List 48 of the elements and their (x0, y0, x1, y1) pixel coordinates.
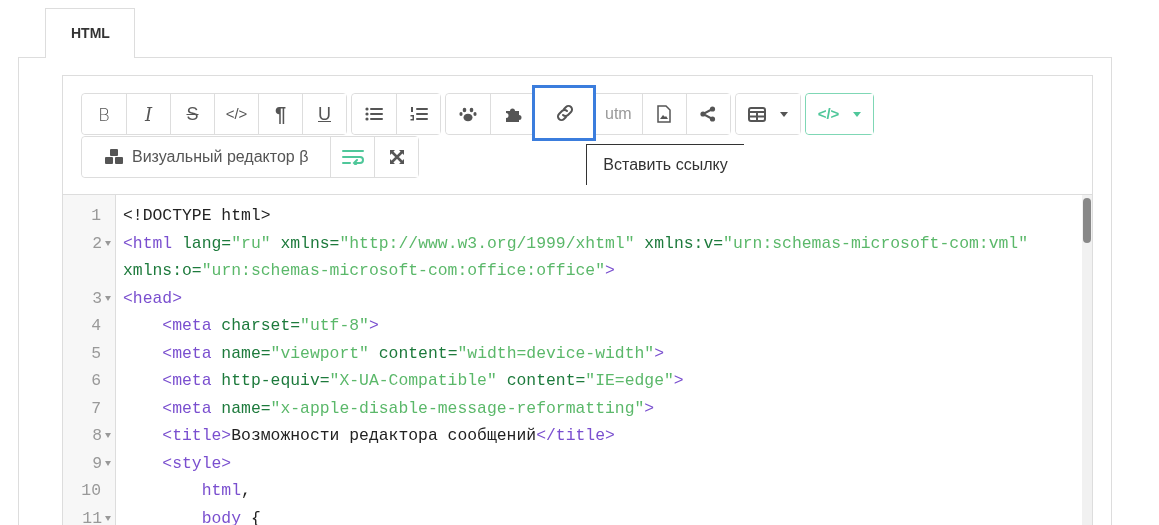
code-line: html, (200, 480, 251, 502)
line-number: 6 (91, 370, 101, 392)
scrollbar-thumb[interactable] (1083, 198, 1091, 243)
text-wrap-icon (341, 149, 364, 165)
fold-arrow-icon[interactable] (105, 460, 111, 466)
line-number: 7 (91, 397, 101, 420)
line-number: 9 (92, 452, 102, 475)
code-line: <meta charset="utf-8"> (161, 315, 379, 337)
code-line: <style> (161, 452, 232, 475)
code-line: <title>Возможности редактора сообщений</title> (161, 425, 615, 447)
line-number: 2 (92, 232, 102, 255)
fullscreen-button[interactable] (374, 137, 419, 177)
code-line: body { (200, 507, 261, 525)
fold-arrow-icon[interactable] (105, 433, 111, 439)
share-icon (700, 106, 717, 122)
code-line: <meta http-equiv="X-UA-Compatible" content="IE=edge"> (161, 370, 684, 392)
line-number: 1 (91, 205, 101, 227)
image-file-icon (657, 105, 672, 123)
share-button[interactable] (685, 94, 730, 134)
code-line: <head> (123, 287, 183, 310)
code-line: <meta name="viewport" content="width=device-width"> (161, 342, 665, 365)
underline-button[interactable]: U (302, 94, 346, 134)
fold-arrow-icon[interactable] (105, 515, 111, 521)
html-tab[interactable]: HTML (45, 8, 135, 58)
table-icon (747, 106, 766, 122)
numbered-list-button[interactable] (396, 94, 440, 134)
code-editor[interactable] (63, 194, 1092, 525)
scrollbar[interactable] (1082, 195, 1092, 525)
line-number: 11 (82, 507, 102, 525)
tooltip: Вставить ссылку (586, 144, 744, 185)
line-number: 10 (81, 480, 101, 502)
line-number: 8 (92, 425, 102, 447)
fold-arrow-icon[interactable] (105, 240, 111, 246)
fullscreen-icon (388, 149, 405, 165)
bullet-list-icon (365, 107, 383, 121)
code-line: xmlns:o="urn:schemas-microsoft-com:office:office"> (123, 260, 615, 282)
code-line: <html lang="ru" xmlns="http://www.w3.org/1999/xhtml" xmlns:v="urn:schemas-microsoft-com:vml" (123, 232, 1028, 255)
line-number: 4 (91, 315, 101, 337)
cubes-icon (104, 148, 124, 166)
numbered-list-icon (409, 106, 428, 122)
table-button[interactable] (735, 94, 800, 134)
line-number: 3 (92, 287, 102, 310)
paw-icon (459, 106, 477, 122)
fold-arrow-icon[interactable] (105, 295, 111, 301)
code-line: <!DOCTYPE html> (123, 205, 271, 227)
line-number: 5 (91, 342, 101, 365)
link-icon (554, 103, 575, 123)
code-line: <meta name="x-apple-disable-message-reformatting"> (161, 397, 655, 420)
